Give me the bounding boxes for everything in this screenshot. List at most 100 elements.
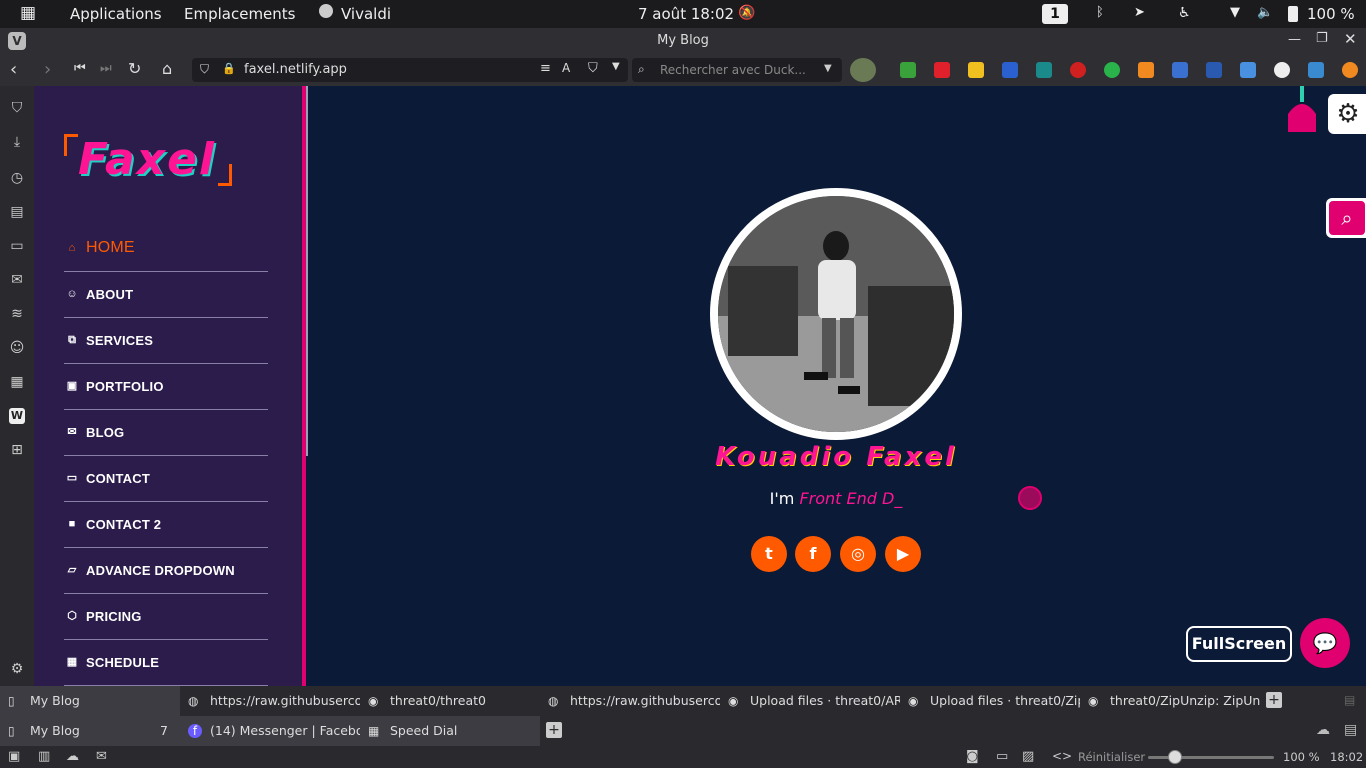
zoom-slider-handle[interactable]	[1168, 750, 1182, 764]
notes-panel-icon[interactable]: ▤	[9, 204, 25, 220]
instagram-icon[interactable]: ◎	[840, 536, 876, 572]
nav-item-services[interactable]: ⧉ SERVICES	[64, 318, 268, 364]
extension-icon-3[interactable]	[934, 62, 950, 78]
maximize-button[interactable]: ❐	[1316, 31, 1328, 46]
facebook-icon[interactable]: f	[795, 536, 831, 572]
nav-item-home[interactable]: ⌂ HOME	[64, 226, 268, 272]
new-tab-icon[interactable]: +	[1266, 692, 1282, 708]
panel-toggle-icon[interactable]: ▣	[8, 749, 20, 764]
add-panel-icon[interactable]: ⊞	[9, 442, 25, 458]
extension-icon-9[interactable]	[1138, 62, 1154, 78]
url-dropdown-icon[interactable]: ▼	[612, 61, 620, 72]
tab-raw-github-2[interactable]: ◍ https://raw.githubusercont	[540, 686, 720, 716]
tab-speed-dial[interactable]: ▦ Speed Dial	[360, 716, 540, 746]
calendar-panel-icon[interactable]: ▦	[9, 374, 25, 390]
settings-gear-icon[interactable]: ⚙	[1328, 94, 1366, 134]
battery-icon[interactable]	[1288, 6, 1298, 22]
chat-widget-icon[interactable]: 💬	[1300, 618, 1350, 668]
downloads-panel-icon[interactable]: ⤓	[9, 134, 25, 150]
nav-item-contact-2[interactable]: ■ CONTACT 2	[64, 502, 268, 548]
twitter-icon[interactable]: t	[751, 536, 787, 572]
nav-item-pricing[interactable]: ⬡ PRICING	[64, 594, 268, 640]
telegram-icon[interactable]: ➤	[1134, 5, 1145, 20]
contacts-panel-icon[interactable]: ☺	[9, 340, 25, 356]
code-icon[interactable]: <>	[1052, 749, 1072, 763]
places-menu[interactable]: Emplacements	[184, 5, 296, 23]
close-button[interactable]: ✕	[1344, 30, 1357, 48]
extension-icon-12[interactable]	[1240, 62, 1256, 78]
url-text[interactable]: faxel.netlify.app	[244, 62, 347, 77]
extension-icon-7[interactable]	[1070, 62, 1086, 78]
bookmarks-panel-icon[interactable]: ⛉	[9, 100, 25, 116]
extension-icon-4[interactable]	[968, 62, 984, 78]
extension-icon-14[interactable]	[1308, 62, 1324, 78]
rewind-button[interactable]: ⏮	[74, 61, 86, 76]
accessibility-icon[interactable]: ♿	[1178, 5, 1191, 21]
nav-item-blog[interactable]: ✉ BLOG	[64, 410, 268, 456]
wikipedia-panel-icon[interactable]: W	[9, 408, 25, 424]
extension-icon-13[interactable]	[1274, 62, 1290, 78]
tab-upload-zipun[interactable]: ◉ Upload files · threat0/ZipUn	[900, 686, 1080, 716]
window-panel-icon[interactable]: ▭	[9, 238, 25, 254]
reset-zoom-button[interactable]: Réinitialiser	[1078, 750, 1145, 764]
app-grid-icon[interactable]: ▦	[20, 3, 36, 23]
reader-view-icon[interactable]: ≡	[540, 61, 551, 76]
tab-my-blog[interactable]: ▯ My Blog	[0, 686, 180, 716]
address-field[interactable]: ⛉ 🔒 faxel.netlify.app ≡ A ⛉ ▼	[192, 58, 628, 82]
search-field[interactable]: ⌕ Rechercher avec Duck... ▼	[632, 58, 842, 82]
translate-icon[interactable]: A	[562, 61, 570, 75]
nav-item-schedule[interactable]: ▦ SCHEDULE	[64, 640, 268, 686]
mail-panel-icon[interactable]: ✉	[9, 272, 25, 288]
extension-icon-8[interactable]	[1104, 62, 1120, 78]
nav-item-portfolio[interactable]: ▣ PORTFOLIO	[64, 364, 268, 410]
workspace-indicator[interactable]: 1	[1042, 4, 1068, 24]
history-panel-icon[interactable]: ◷	[9, 170, 25, 186]
tab-threat0[interactable]: ◉ threat0/threat0	[360, 686, 540, 716]
bookmark-icon[interactable]: ⛉	[588, 61, 598, 76]
applications-menu[interactable]: Applications	[70, 5, 162, 23]
settings-panel-icon[interactable]: ⚙	[9, 661, 25, 677]
mail-icon[interactable]: ✉	[96, 749, 107, 764]
tab-zipunzip[interactable]: ◉ threat0/ZipUnzip: ZipUnzip	[1080, 686, 1260, 716]
camera-icon[interactable]: ◙	[966, 749, 979, 764]
new-tab-icon[interactable]: +	[546, 722, 562, 738]
extension-icon-15[interactable]	[1342, 62, 1358, 78]
extension-icon-10[interactable]	[1172, 62, 1188, 78]
tiling-icon[interactable]: ▥	[38, 749, 50, 764]
forward-button[interactable]: ›	[44, 59, 51, 80]
feeds-panel-icon[interactable]: ≋	[9, 306, 25, 322]
nav-item-contact[interactable]: ▭ CONTACT	[64, 456, 268, 502]
extension-icon-6[interactable]	[1036, 62, 1052, 78]
tab-messenger[interactable]: f (14) Messenger | Facebook	[180, 716, 360, 746]
nav-item-about[interactable]: ☺ ABOUT	[64, 272, 268, 318]
zoom-slider[interactable]	[1148, 750, 1274, 764]
minimize-button[interactable]: —	[1288, 32, 1301, 47]
fast-forward-button[interactable]: ⏭	[100, 61, 112, 76]
extension-icon-1[interactable]	[850, 58, 876, 82]
tab-stack-my-blog[interactable]: ▯ My Blog 7	[0, 716, 180, 746]
trash-icon[interactable]: ▤	[1344, 693, 1355, 707]
home-button[interactable]: ⌂	[162, 59, 172, 78]
extension-icon-11[interactable]	[1206, 62, 1222, 78]
clock[interactable]: 7 août 18:02	[638, 5, 734, 23]
fullscreen-button[interactable]: FullScreen	[1186, 626, 1292, 662]
bluetooth-icon[interactable]: ᛒ	[1096, 5, 1104, 20]
reload-button[interactable]: ↻	[128, 59, 141, 78]
image-icon[interactable]: ▨	[1022, 749, 1034, 764]
youtube-icon[interactable]: ▶	[885, 536, 921, 572]
nav-item-advance-dropdown[interactable]: ▱ ADVANCE DROPDOWN	[64, 548, 268, 594]
volume-icon[interactable]: 🔈	[1257, 5, 1273, 20]
shield-icon[interactable]: ⛉	[200, 62, 209, 77]
lock-icon[interactable]: 🔒	[222, 62, 236, 75]
window-icon[interactable]: ▭	[996, 749, 1008, 764]
cloud-icon[interactable]: ☁	[66, 749, 79, 764]
extension-icon-5[interactable]	[1002, 62, 1018, 78]
cloud-sync-icon[interactable]: ☁	[1316, 722, 1330, 738]
site-logo[interactable]: Faxel	[64, 134, 232, 186]
search-engine-dropdown-icon[interactable]: ▼	[824, 63, 832, 74]
back-button[interactable]: ‹	[10, 59, 17, 80]
active-app-name[interactable]: Vivaldi	[341, 5, 391, 23]
tab-raw-github-1[interactable]: ◍ https://raw.githubuserconte	[180, 686, 360, 716]
trash-icon[interactable]: ▤	[1344, 722, 1357, 738]
lamp-toggle-icon[interactable]	[1286, 86, 1318, 134]
